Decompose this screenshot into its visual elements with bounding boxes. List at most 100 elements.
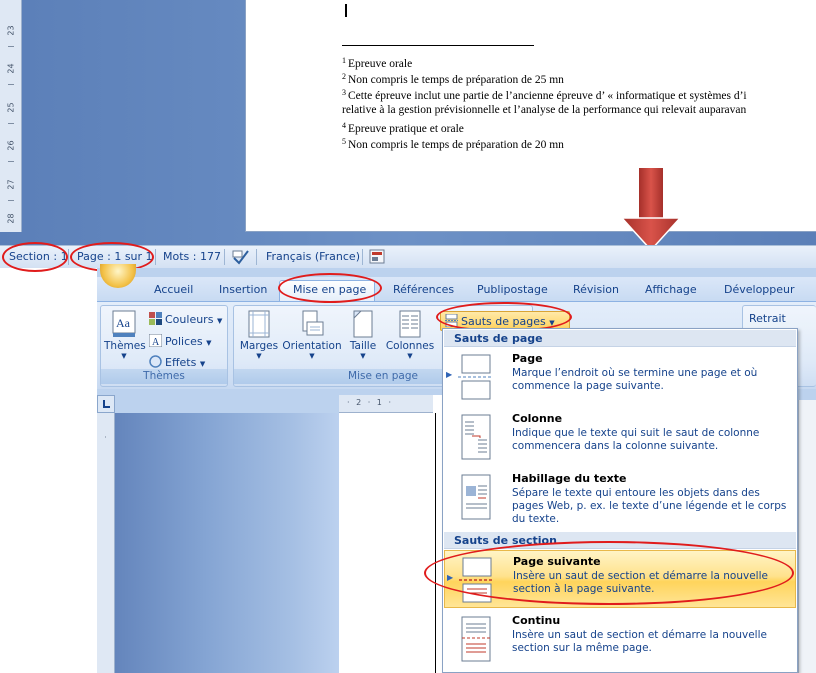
status-separator	[362, 249, 363, 265]
menu-item-desc: Insère un saut de section et démarre la …	[512, 629, 767, 654]
menu-item-column[interactable]: Colonne Indique que le texte qui suit le…	[444, 408, 796, 466]
columns-label: Colonnes	[385, 340, 435, 352]
effects-button[interactable]: Effets ▼	[149, 355, 205, 369]
vertical-ruler[interactable]: 23 24 25 26 27 28	[0, 0, 22, 232]
themes-label: Thèmes	[104, 340, 146, 352]
orientation-icon	[302, 310, 324, 336]
group-themes: Aa Thèmes ▼ Couleurs ▼ A Polices ▼ Effets…	[100, 305, 228, 387]
chevron-down-icon: ▼	[360, 352, 366, 360]
annotation-oval-next-page	[424, 541, 794, 605]
document-workspace-top: 23 24 25 26 27 28 1 Epreuve orale 2 Non co…	[0, 0, 816, 245]
columns-icon	[399, 310, 421, 338]
menu-header-page-breaks: Sauts de page	[444, 330, 796, 347]
chevron-down-icon: ▼	[309, 352, 315, 360]
colors-button[interactable]: Couleurs ▼	[149, 312, 222, 326]
orientation-label: Orientation	[282, 340, 342, 352]
ruler-tick	[8, 200, 14, 201]
annotation-oval-section	[2, 242, 68, 272]
margins-label: Marges	[239, 340, 279, 352]
tab-references[interactable]: Références	[393, 283, 454, 296]
footnote-3-continued[interactable]: relative à la gestion prévisionnelle et …	[342, 104, 746, 116]
columns-button[interactable]: Colonnes ▼	[384, 310, 436, 360]
tab-revision[interactable]: Révision	[573, 283, 619, 296]
menu-item-title: Continu	[512, 614, 561, 627]
chevron-down-icon: ▼	[256, 352, 262, 360]
tab-developpeur[interactable]: Développeur	[724, 283, 795, 296]
breaks-menu: Sauts de page ▶ Page Marque l’endroit où…	[442, 328, 798, 673]
ruler-mark: ·	[102, 435, 110, 439]
menu-item-continuous[interactable]: Continu Insère un saut de section et dém…	[444, 610, 796, 668]
fonts-button[interactable]: A Polices ▼	[149, 334, 212, 348]
ruler-number: 28	[6, 213, 16, 224]
ruler-tick	[8, 123, 14, 124]
indent-label: Retrait	[749, 312, 786, 325]
fonts-icon: A	[149, 334, 162, 347]
menu-item-desc: Sépare le texte qui entoure les objets d…	[512, 487, 787, 525]
orientation-button[interactable]: Orientation ▼	[282, 310, 342, 360]
proofing-icon[interactable]	[232, 249, 250, 265]
menu-item-title: Habillage du texte	[512, 472, 627, 485]
ruler-number: 23	[6, 25, 16, 36]
column-break-icon	[461, 414, 491, 460]
chevron-down-icon: ▼	[121, 352, 127, 360]
menu-item-page[interactable]: ▶ Page Marque l’endroit où se termine un…	[444, 348, 796, 406]
left-tab-icon	[103, 400, 110, 408]
menu-item-title: Page	[512, 352, 543, 365]
themes-icon: Aa	[112, 310, 136, 337]
footnote-5[interactable]: 5 Non compris le temps de préparation de …	[342, 137, 564, 151]
red-down-arrow-icon	[620, 168, 682, 252]
document-background	[115, 413, 339, 673]
pointer-icon: ▶	[446, 370, 453, 379]
text-cursor	[345, 4, 347, 17]
vertical-ruler-bottom[interactable]: ·	[97, 413, 115, 673]
ruler-tick	[8, 161, 14, 162]
menu-item-title: Colonne	[512, 412, 563, 425]
document-page-bottom[interactable]	[339, 413, 449, 673]
size-icon	[353, 310, 373, 338]
svg-text:Aa: Aa	[116, 316, 131, 330]
status-separator	[224, 249, 225, 265]
ruler-marks: · 2 · 1 ·	[347, 398, 393, 407]
menu-item-desc: Indique que le texte qui suit le saut de…	[512, 427, 760, 452]
size-button[interactable]: Taille ▼	[346, 310, 380, 360]
footnote-4[interactable]: 4 Epreuve pratique et orale	[342, 121, 464, 135]
ruler-number: 24	[6, 63, 16, 74]
ruler-number: 27	[6, 179, 16, 190]
footnote-1[interactable]: 1 Epreuve orale	[342, 56, 412, 70]
ruler-tab-selector[interactable]	[97, 395, 115, 413]
status-language[interactable]: Français (France)	[266, 250, 360, 263]
scrollbar-area[interactable]	[798, 400, 816, 673]
tab-publipostage[interactable]: Publipostage	[477, 283, 548, 296]
footnote-separator	[342, 45, 534, 46]
status-separator	[68, 249, 69, 265]
status-word-count[interactable]: Mots : 177	[163, 250, 221, 263]
margins-button[interactable]: Marges ▼	[238, 310, 280, 360]
ruler-tick	[8, 84, 14, 85]
menu-item-desc: Marque l’endroit où se termine une page …	[512, 367, 758, 392]
status-separator	[155, 249, 156, 265]
annotation-oval-tab	[278, 273, 382, 303]
document-page[interactable]: 1 Epreuve orale 2 Non compris le temps de …	[245, 0, 816, 232]
ruler-tick	[8, 46, 14, 47]
margins-icon	[248, 310, 270, 338]
tab-affichage[interactable]: Affichage	[645, 283, 697, 296]
svg-text:A: A	[152, 337, 160, 347]
group-themes-label: Thèmes	[101, 369, 227, 384]
page-break-icon	[458, 354, 492, 400]
chevron-down-icon: ▼	[407, 352, 413, 360]
colors-icon	[149, 312, 162, 325]
text-wrapping-break-icon	[461, 474, 491, 520]
footnote-3[interactable]: 3 Cette épreuve inclut une partie de l’an…	[342, 88, 747, 102]
continuous-section-break-icon	[461, 616, 491, 662]
themes-button[interactable]: Aa Thèmes ▼	[104, 310, 146, 360]
size-label: Taille	[349, 340, 377, 352]
footnote-2[interactable]: 2 Non compris le temps de préparation de …	[342, 72, 564, 86]
tab-accueil[interactable]: Accueil	[154, 283, 193, 296]
tab-insertion[interactable]: Insertion	[219, 283, 267, 296]
status-separator	[256, 249, 257, 265]
ruler-number: 25	[6, 102, 16, 113]
ruler-number: 26	[6, 140, 16, 151]
ribbon-tabs: Accueil Insertion Mise en page Référence…	[97, 277, 816, 303]
menu-item-text-wrapping[interactable]: Habillage du texte Sépare le texte qui e…	[444, 468, 796, 538]
macro-record-icon[interactable]	[369, 249, 385, 264]
